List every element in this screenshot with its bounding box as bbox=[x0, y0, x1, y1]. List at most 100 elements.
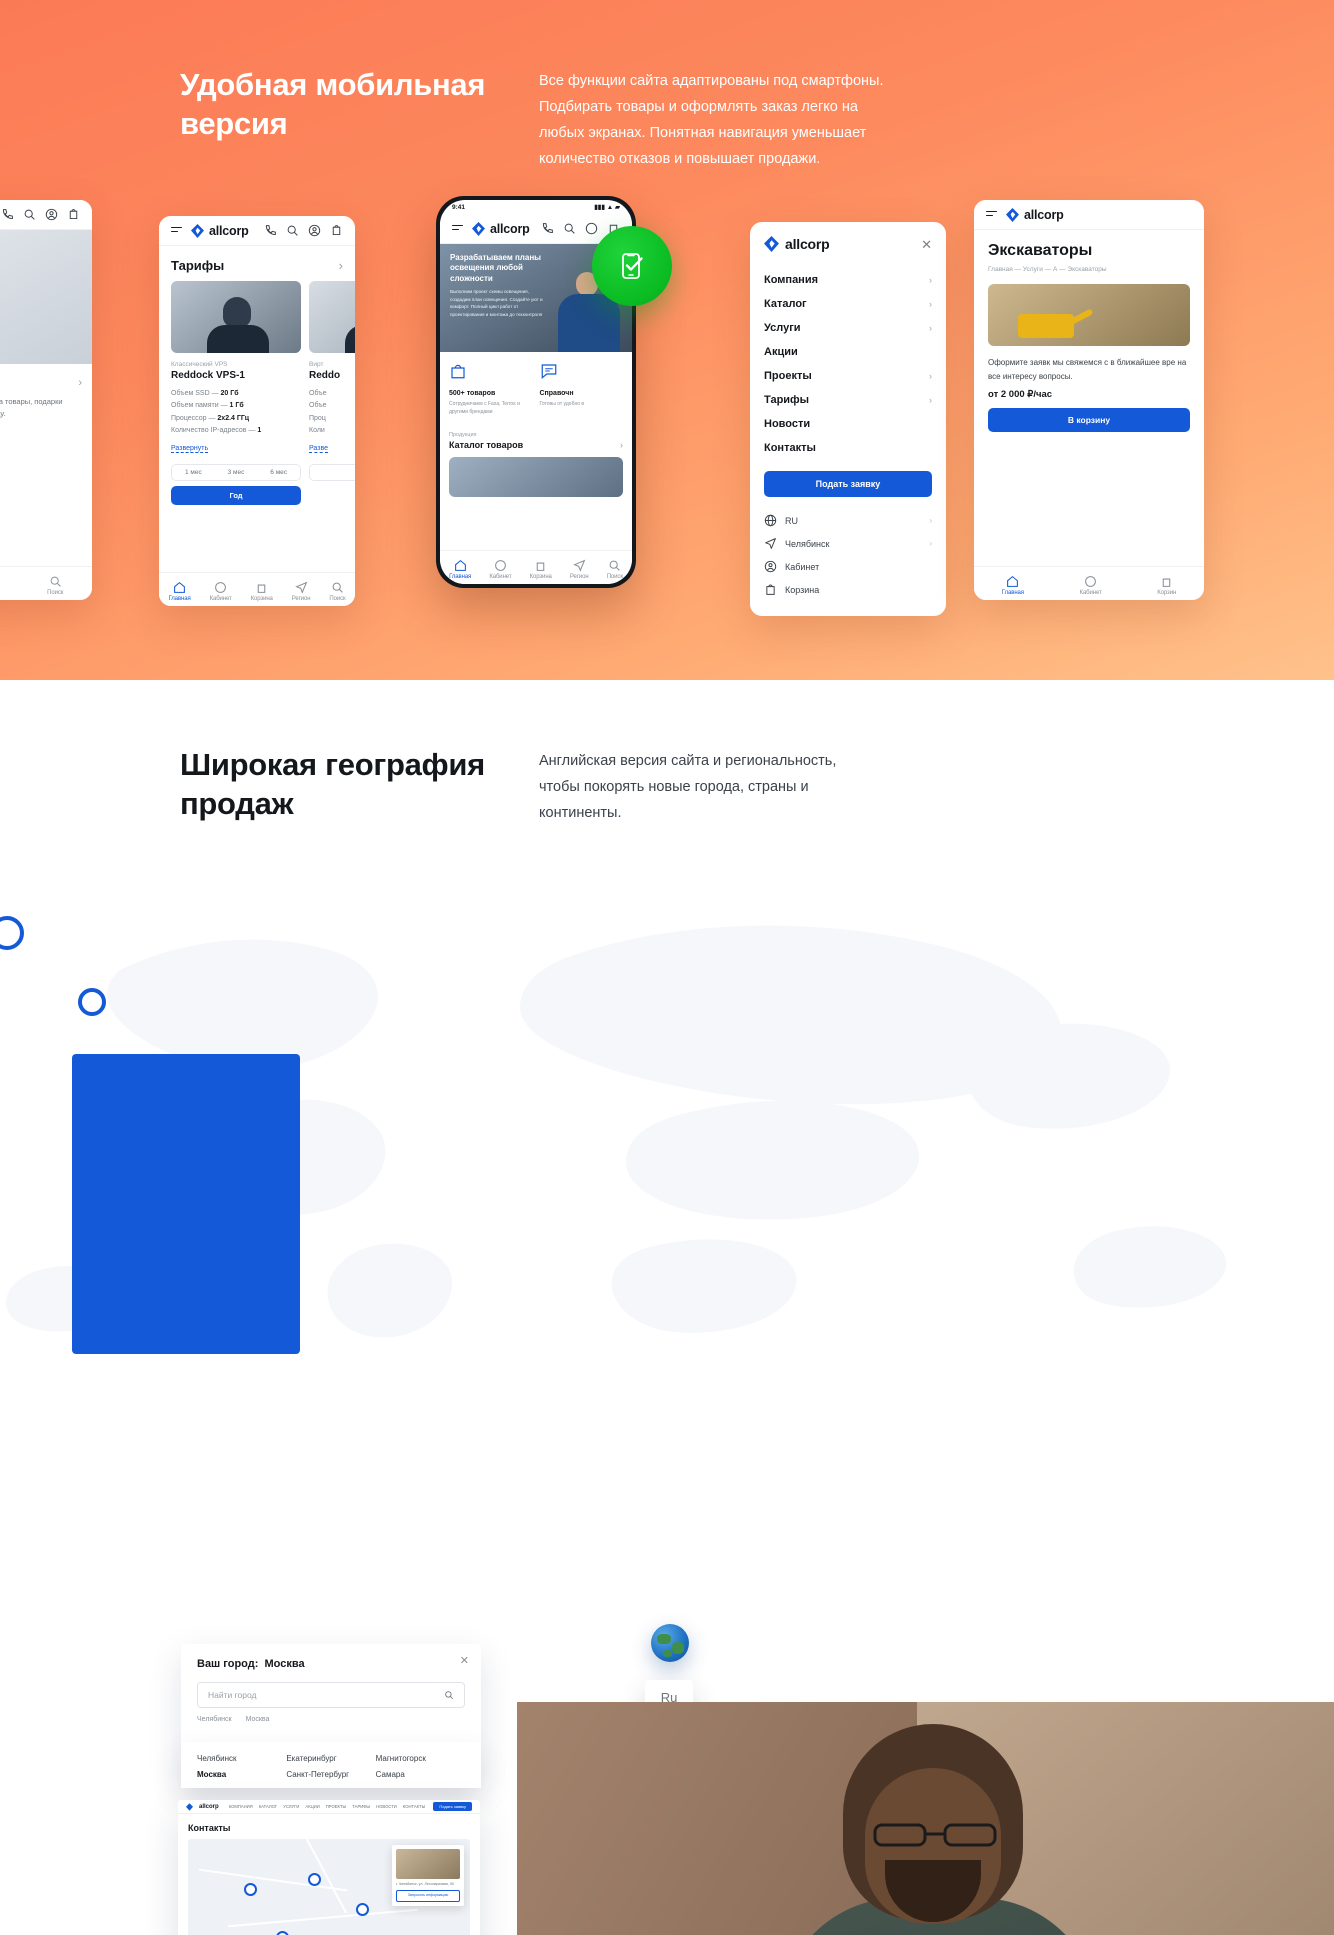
phone-icon[interactable] bbox=[264, 224, 277, 237]
nav-item[interactable]: НОВОСТИ bbox=[376, 1804, 397, 1809]
period-tab[interactable]: 1 м bbox=[310, 465, 355, 480]
phone-icon[interactable] bbox=[1, 208, 14, 221]
catalog-title-row[interactable]: Каталог товаров › bbox=[449, 440, 623, 450]
bottom-nav-item-home[interactable]: Главная bbox=[449, 559, 471, 580]
tariff-item[interactable]: Классический VPS Reddock VPS-1 Объем SSD… bbox=[171, 281, 301, 505]
account-icon[interactable] bbox=[585, 222, 598, 235]
bottom-nav: От Регион Поиск bbox=[0, 566, 92, 600]
bottom-nav-item-region[interactable]: Регион bbox=[570, 559, 589, 580]
expand-link[interactable]: Разве bbox=[309, 445, 328, 453]
bottom-nav-item-home[interactable]: Главная bbox=[168, 581, 191, 602]
expand-link[interactable]: Развернуть bbox=[171, 445, 209, 453]
tariff-item[interactable]: Вирт Reddo Объе Объе Проц Коли Разве 1 м bbox=[309, 281, 355, 505]
bottom-nav-item[interactable]: Поиск bbox=[47, 575, 63, 596]
bag-icon bbox=[451, 364, 465, 379]
feature-row: 500+ товаров Сотрудничаем с Fasa, Terros… bbox=[440, 352, 632, 426]
city-option[interactable]: Челябинск bbox=[197, 1754, 286, 1763]
feature-card[interactable]: Справочн Готовы от удобно в bbox=[540, 362, 624, 416]
search-icon[interactable] bbox=[444, 1690, 454, 1700]
bottom-nav-item-account[interactable]: Кабинет bbox=[1080, 575, 1102, 596]
menu-item-tariffs[interactable]: Тарифы › bbox=[764, 388, 932, 412]
catalog-section: Продукция Каталог товаров › bbox=[440, 426, 632, 497]
map-info-button[interactable]: Запросить информацию bbox=[396, 1890, 460, 1902]
menu-item-catalog[interactable]: Каталог › bbox=[764, 292, 932, 316]
allcorp-mark-icon bbox=[186, 1802, 193, 1811]
contacts-map[interactable]: г. Челябинск, ул. Лесопарковая, 50 Запро… bbox=[188, 1839, 470, 1935]
nav-item[interactable]: КАТАЛОГ bbox=[259, 1804, 277, 1809]
menu-item-services[interactable]: Услуги › bbox=[764, 316, 932, 340]
bottom-nav-item-home[interactable]: Главная bbox=[1002, 575, 1024, 596]
nav-item[interactable]: АКЦИИ bbox=[305, 1804, 319, 1809]
map-pin[interactable] bbox=[308, 1873, 321, 1886]
nav-item[interactable]: УСЛУГИ bbox=[283, 1804, 299, 1809]
menu-icon[interactable] bbox=[171, 226, 182, 235]
menu-item-company[interactable]: Компания › bbox=[764, 268, 932, 292]
city-option[interactable]: Магнитогорск bbox=[376, 1754, 465, 1763]
add-to-cart-button[interactable]: В корзину bbox=[988, 408, 1190, 433]
search-icon bbox=[609, 560, 621, 571]
period-tab[interactable]: 1 мес bbox=[172, 465, 215, 480]
menu-icon[interactable] bbox=[986, 210, 997, 219]
submit-request-button[interactable]: Подать заявку bbox=[764, 471, 932, 497]
brand-logo[interactable]: allcorp bbox=[1006, 208, 1064, 222]
recent-city[interactable]: Челябинск bbox=[197, 1716, 232, 1723]
search-icon[interactable] bbox=[286, 224, 299, 237]
close-icon[interactable]: ✕ bbox=[921, 238, 932, 251]
map-pin[interactable] bbox=[276, 1931, 289, 1935]
map-pin[interactable] bbox=[356, 1903, 369, 1916]
bottom-nav-item-account[interactable]: Кабинет bbox=[489, 559, 512, 580]
menu-item-news[interactable]: Новости bbox=[764, 412, 932, 436]
city-search-input[interactable]: Найти город bbox=[197, 1682, 465, 1708]
brand-logo[interactable]: allcorp bbox=[191, 224, 249, 238]
phone-icon[interactable] bbox=[541, 222, 554, 235]
search-icon[interactable] bbox=[23, 208, 36, 221]
city-option[interactable]: Екатеринбург bbox=[286, 1754, 375, 1763]
city-option[interactable]: Санкт-Петербург bbox=[286, 1770, 375, 1779]
menu-util-account[interactable]: Кабинет bbox=[764, 555, 932, 578]
menu-item-promos[interactable]: Акции bbox=[764, 340, 932, 364]
account-icon[interactable] bbox=[45, 208, 58, 221]
search-icon[interactable] bbox=[563, 222, 576, 235]
cart-icon[interactable] bbox=[67, 208, 80, 221]
period-tab[interactable]: 3 мес bbox=[215, 465, 258, 480]
promo-banner-2[interactable]: От ла bbox=[0, 230, 92, 364]
nav-item[interactable]: КОНТАКТЫ bbox=[403, 1804, 426, 1809]
period-selected-button[interactable]: Год bbox=[171, 486, 301, 505]
bottom-nav-item-account[interactable]: Кабинет bbox=[210, 581, 232, 602]
bottom-nav-item-search[interactable]: Поиск bbox=[607, 559, 623, 580]
bottom-nav-item-search[interactable]: Поиск bbox=[329, 581, 346, 602]
bottom-nav: Главная Кабинет Корзин bbox=[974, 566, 1204, 600]
nav-item[interactable]: ТАРИФЫ bbox=[352, 1804, 370, 1809]
submit-request-button[interactable]: Подать заявку bbox=[433, 1802, 472, 1811]
bottom-nav-item-cart[interactable]: Корзин bbox=[1157, 575, 1176, 596]
nav-item[interactable]: КОМПАНИЯ bbox=[229, 1804, 253, 1809]
cart-icon[interactable] bbox=[330, 224, 343, 237]
close-icon[interactable]: ✕ bbox=[460, 1654, 469, 1667]
bottom-nav-item-cart[interactable]: Корзина bbox=[251, 581, 273, 602]
city-option[interactable]: Самара bbox=[376, 1770, 465, 1779]
period-tabs: 1 м bbox=[309, 464, 355, 481]
menu-util-language[interactable]: RU › bbox=[764, 509, 932, 532]
feature-card[interactable]: 500+ товаров Сотрудничаем с Fasa, Terros… bbox=[449, 362, 533, 416]
benefits-section-header[interactable]: м выгоды › bbox=[0, 364, 92, 396]
menu-icon[interactable] bbox=[452, 224, 463, 233]
recent-city[interactable]: Москва bbox=[246, 1716, 270, 1723]
tariff-name: Reddock VPS-1 bbox=[171, 370, 245, 381]
brand-logo[interactable]: allcorp bbox=[472, 222, 530, 236]
tariff-list: Классический VPS Reddock VPS-1 Объем SSD… bbox=[159, 281, 355, 505]
bottom-nav-item-cart[interactable]: Корзина bbox=[530, 559, 552, 580]
globe-3d-icon bbox=[651, 1624, 689, 1662]
menu-item-contacts[interactable]: Контакты bbox=[764, 436, 932, 460]
nav-item[interactable]: ПРОЕКТЫ bbox=[326, 1804, 346, 1809]
menu-util-city[interactable]: Челябинск › bbox=[764, 532, 932, 555]
bottom-nav-item-region[interactable]: Регион bbox=[292, 581, 311, 602]
menu-item-projects[interactable]: Проекты › bbox=[764, 364, 932, 388]
menu-util-cart[interactable]: Корзина bbox=[764, 578, 932, 601]
breadcrumb[interactable]: Главная — Услуги — А — Экскаваторы bbox=[974, 264, 1204, 275]
account-icon[interactable] bbox=[308, 224, 321, 237]
map-pin[interactable] bbox=[244, 1883, 257, 1896]
period-tab[interactable]: 6 мес bbox=[257, 465, 300, 480]
chevron-right-icon[interactable]: › bbox=[339, 258, 343, 273]
hero-title: Разрабатываем планы освещения любой слож… bbox=[450, 253, 542, 283]
city-option-selected[interactable]: Москва bbox=[197, 1770, 286, 1779]
